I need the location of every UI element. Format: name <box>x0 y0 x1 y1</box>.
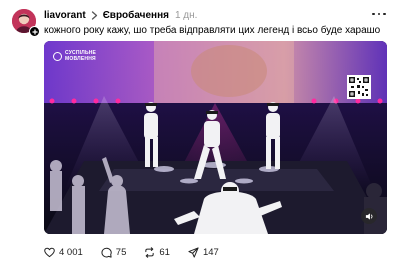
share-icon <box>188 246 199 258</box>
speaker-icon[interactable] <box>361 208 377 224</box>
logo-mark-icon <box>53 52 62 61</box>
more-icon[interactable] <box>372 8 386 20</box>
chevron-right-icon <box>91 10 98 20</box>
thread-post: liavorant Євробачення 1 дн. кожного року… <box>0 0 400 265</box>
heart-icon <box>44 247 55 257</box>
post-time: 1 дн. <box>174 9 198 21</box>
post-caption: кожного року кажу, шо треба відправляти … <box>44 25 381 36</box>
repost-count: 61 <box>159 246 170 258</box>
broadcaster-logo: СУСПІЛЬНЕ МОВЛЕННЯ <box>53 50 96 62</box>
share-button[interactable]: 147 <box>188 247 219 258</box>
qr-code-icon <box>347 75 371 99</box>
comment-icon <box>101 247 112 258</box>
follow-plus-icon[interactable] <box>29 26 40 37</box>
comment-count: 75 <box>115 246 127 258</box>
video-player[interactable]: СУСПІЛЬНЕ МОВЛЕННЯ <box>44 41 387 234</box>
video-frame <box>44 41 387 234</box>
repost-button[interactable]: 61 <box>144 247 170 258</box>
username[interactable]: liavorant <box>44 10 86 21</box>
share-count: 147 <box>202 246 219 258</box>
like-count: 4 001 <box>59 246 83 258</box>
avatar[interactable] <box>12 9 40 37</box>
logo-line-2: МОВЛЕННЯ <box>65 55 96 62</box>
like-button[interactable]: 4 001 <box>44 247 83 258</box>
repost-icon <box>145 246 155 258</box>
post-actions: 4 001 75 61 147 <box>44 245 237 259</box>
post-header: liavorant Євробачення 1 дн. <box>44 8 197 22</box>
topic-tag[interactable]: Євробачення <box>103 10 169 21</box>
comment-button[interactable]: 75 <box>101 246 127 258</box>
